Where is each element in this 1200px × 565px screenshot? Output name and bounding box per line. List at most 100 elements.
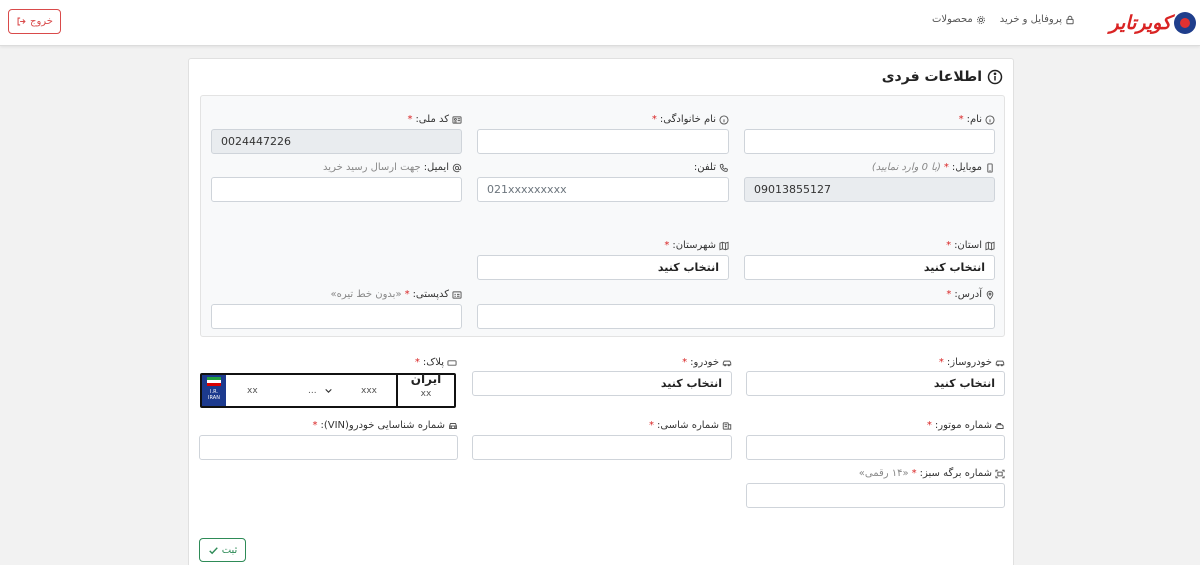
- chassis-icon: [722, 421, 732, 430]
- required-mark: *: [649, 420, 655, 431]
- last-name-field: نام خانوادگی: *: [477, 114, 729, 156]
- city-field: شهرستان: * انتخاب کنید: [477, 240, 729, 282]
- plate-iran-section: ایران xx: [398, 372, 454, 406]
- plate-flag-section: I.R. IRAN: [202, 375, 226, 406]
- nav-item-profile[interactable]: پروفایل و خرید: [1000, 14, 1075, 25]
- first-name-field: نام: *: [744, 114, 995, 156]
- submit-label: ثبت: [221, 544, 238, 556]
- required-mark: *: [664, 240, 670, 251]
- required-mark: *: [911, 468, 917, 479]
- logout-button[interactable]: خروج: [8, 9, 61, 34]
- vin-label-row: شماره شناسایی خودرو(VIN): *: [312, 420, 458, 431]
- chevron-down-icon[interactable]: [324, 386, 333, 395]
- logout-icon: [17, 17, 26, 26]
- logo-mark-icon: [1174, 12, 1196, 34]
- chassis-number-input[interactable]: [472, 435, 732, 460]
- manufacturer-label: خودروساز:: [946, 357, 992, 368]
- first-name-input[interactable]: [744, 129, 995, 154]
- email-input[interactable]: [211, 177, 462, 202]
- required-mark: *: [407, 114, 413, 125]
- phone-field: تلفن: 021xxxxxxxxx: [477, 162, 729, 204]
- required-mark: *: [926, 420, 932, 431]
- chassis-number-label-row: شماره شاسی: *: [649, 420, 732, 431]
- cars-icon: [995, 360, 1005, 366]
- required-mark: *: [946, 289, 952, 300]
- lock-icon: [1066, 15, 1074, 24]
- phone-label: تلفن:: [693, 162, 716, 173]
- green-card-input[interactable]: [746, 483, 1005, 508]
- car-icon: [722, 360, 732, 366]
- check-icon: [208, 546, 218, 554]
- vin-input[interactable]: [199, 435, 458, 460]
- postal-code-hint: «بدون خط تیره»: [330, 289, 402, 300]
- plate-iran-code-input[interactable]: xx: [398, 389, 454, 399]
- address-input[interactable]: [477, 304, 995, 329]
- mobile-label: موبایل:: [951, 162, 982, 173]
- last-name-input[interactable]: [477, 129, 729, 154]
- nav-item-products-label: محصولات: [931, 14, 973, 25]
- required-mark: *: [404, 289, 410, 300]
- province-label-row: استان: *: [946, 240, 995, 251]
- engine-number-input[interactable]: [746, 435, 1005, 460]
- address-label: آدرس:: [954, 289, 982, 300]
- national-code-label: کد ملی:: [415, 114, 449, 125]
- required-mark: *: [682, 357, 688, 368]
- submit-button[interactable]: ثبت: [199, 538, 246, 562]
- license-plate-input: I.R. IRAN xx ... xxx ایران xx: [200, 372, 456, 408]
- car-select[interactable]: انتخاب کنید: [472, 371, 732, 396]
- info-icon: [719, 114, 729, 125]
- brand-name: کویرتایر: [1109, 12, 1172, 34]
- chassis-number-label: شماره شاسی:: [657, 420, 719, 431]
- mobile-field: موبایل: * (با 0 وارد نمایید) 09013855127: [744, 162, 995, 204]
- mobile-hint: (با 0 وارد نمایید): [871, 162, 941, 173]
- telephone-icon: [719, 163, 728, 172]
- last-name-label: نام خانوادگی:: [659, 114, 716, 125]
- chassis-number-field: شماره شاسی: *: [472, 420, 732, 460]
- plate-part1-input[interactable]: xx: [247, 386, 258, 396]
- engine-number-label-row: شماره موتور: *: [927, 420, 1005, 431]
- map-icon: [985, 241, 995, 250]
- brand-logo[interactable]: کویرتایر: [1110, 9, 1196, 37]
- email-label: ایمیل:: [423, 162, 449, 173]
- manufacturer-field: خودروساز: * انتخاب کنید: [746, 357, 1005, 397]
- required-mark: *: [958, 114, 964, 125]
- nav-item-profile-label: پروفایل و خرید: [999, 14, 1062, 25]
- national-code-label-row: کد ملی: *: [407, 114, 462, 125]
- plate-part3-input[interactable]: xxx: [361, 386, 377, 396]
- mobile-input[interactable]: 09013855127: [744, 177, 995, 202]
- postal-code-input[interactable]: [211, 304, 462, 329]
- city-select[interactable]: انتخاب کنید: [477, 255, 729, 280]
- required-mark: *: [946, 240, 952, 251]
- national-code-input[interactable]: 0024447226: [211, 129, 462, 154]
- province-label: استان:: [954, 240, 982, 251]
- logout-label: خروج: [30, 16, 53, 27]
- plate-main-section: xx ... xxx: [226, 375, 396, 406]
- nav-item-products[interactable]: محصولات: [932, 14, 986, 25]
- required-mark: *: [312, 420, 318, 431]
- personal-info-panel: نام: * نام خانوادگی: * کد ملی: * 0024447…: [200, 95, 1005, 337]
- green-card-field: شماره برگه سبز: * «۱۴ رقمی»: [746, 468, 1005, 508]
- id-card-icon: [452, 115, 462, 124]
- engine-icon: [995, 422, 1004, 429]
- required-mark: *: [943, 162, 949, 173]
- last-name-label-row: نام خانوادگی: *: [652, 114, 729, 125]
- mobile-phone-icon: [987, 162, 993, 173]
- top-navbar: خروج پروفایل و خرید محصولات کویرتایر: [0, 0, 1200, 46]
- plate-letter-select[interactable]: ...: [308, 386, 317, 396]
- main-nav: پروفایل و خرید محصولات: [932, 14, 1075, 25]
- province-select[interactable]: انتخاب کنید: [744, 255, 995, 280]
- plate-field: پلاک: * I.R. IRAN xx ... xxx ایران xx: [200, 357, 457, 411]
- mobile-label-row: موبایل: * (با 0 وارد نمایید): [872, 162, 995, 173]
- card-title: اطلاعات فردی: [882, 69, 1003, 85]
- at-sign-icon: [452, 163, 462, 172]
- required-mark: *: [938, 357, 944, 368]
- postal-code-label: کدپستی:: [412, 289, 449, 300]
- required-mark: *: [651, 114, 657, 125]
- car-label-row: خودرو: *: [682, 357, 732, 368]
- national-code-field: کد ملی: * 0024447226: [211, 114, 462, 156]
- phone-input[interactable]: 021xxxxxxxxx: [477, 177, 729, 202]
- info-circle-icon: [987, 69, 1003, 85]
- gear-icon: [976, 15, 985, 24]
- green-card-label: شماره برگه سبز:: [919, 468, 992, 479]
- manufacturer-select[interactable]: انتخاب کنید: [746, 371, 1005, 396]
